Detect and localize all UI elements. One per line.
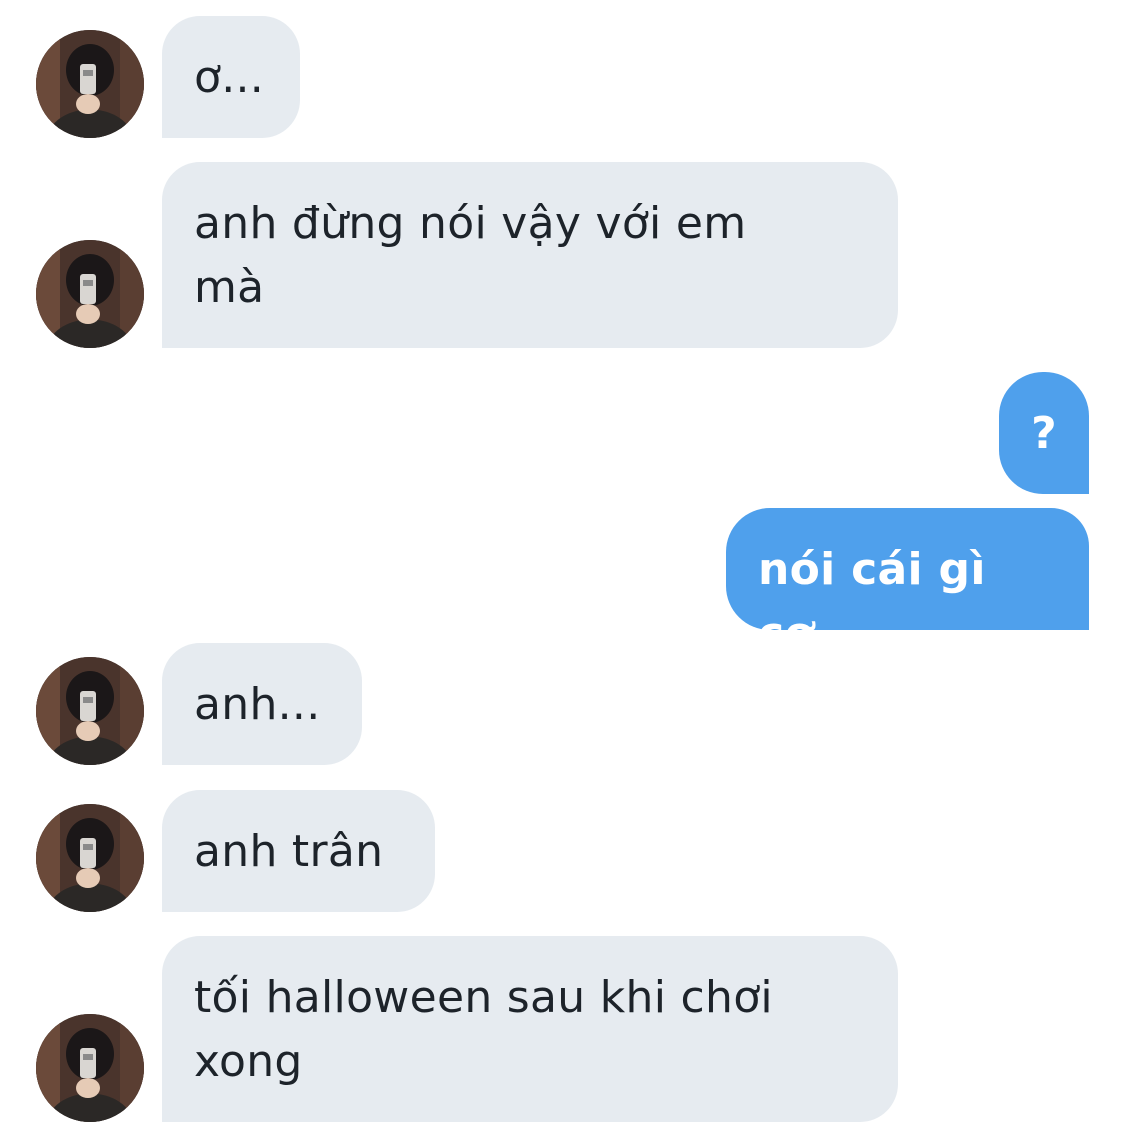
avatar-photo-icon xyxy=(36,30,144,138)
message-bubble-incoming[interactable]: anh đừng nói vậy với em mà xyxy=(162,162,898,348)
message-text: tối halloween sau khi chơi xong xyxy=(194,972,773,1087)
chat-thread: ơ... anh đừng nói vậy với em mà ? nói cá… xyxy=(0,0,1122,1135)
message-bubble-incoming[interactable]: tối halloween sau khi chơi xong xyxy=(162,936,898,1122)
contact-avatar[interactable] xyxy=(36,804,144,912)
message-text: ơ... xyxy=(194,52,265,103)
message-text: nói cái gì cơ xyxy=(758,544,1002,659)
message-bubble-outgoing[interactable]: nói cái gì cơ xyxy=(726,508,1089,659)
message-bubble-incoming[interactable]: anh trân xyxy=(162,790,435,912)
avatar-photo-icon xyxy=(36,657,144,765)
message-text: anh đừng nói vậy với em mà xyxy=(194,198,747,313)
contact-avatar[interactable] xyxy=(36,30,144,138)
message-text: anh trân xyxy=(194,826,384,877)
message-bubble-incoming[interactable]: ơ... xyxy=(162,16,300,138)
message-bubble-incoming[interactable]: anh... xyxy=(162,643,362,765)
contact-avatar[interactable] xyxy=(36,240,144,348)
contact-avatar[interactable] xyxy=(36,657,144,765)
avatar-photo-icon xyxy=(36,240,144,348)
avatar-photo-icon xyxy=(36,1014,144,1122)
contact-avatar[interactable] xyxy=(36,1014,144,1122)
message-text: anh... xyxy=(194,679,321,730)
avatar-photo-icon xyxy=(36,804,144,912)
message-bubble-outgoing[interactable]: ? xyxy=(999,372,1089,494)
message-text: ? xyxy=(1031,408,1057,459)
